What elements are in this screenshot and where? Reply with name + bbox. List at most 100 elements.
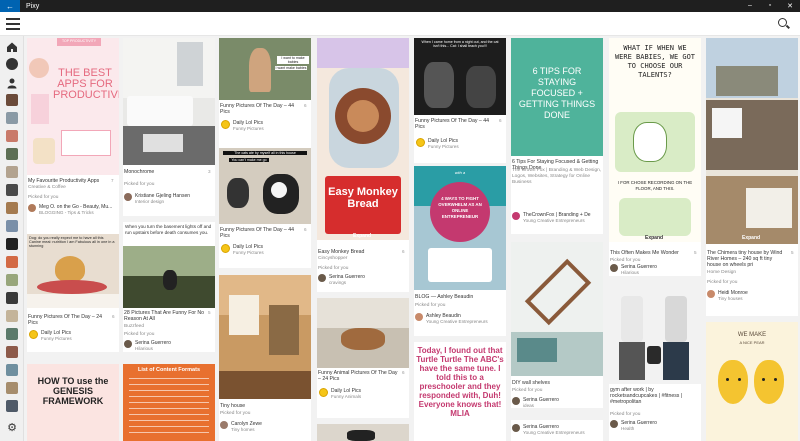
pinner-board[interactable]: Young Creative Entrepreneurs (523, 430, 585, 435)
pin-image[interactable] (609, 288, 701, 384)
pin-image[interactable]: List of Content Formats (123, 364, 215, 441)
pin-image[interactable]: with a 4 WAYS TO FIGHT OVERWHELM AS AN O… (414, 166, 506, 290)
pin-image[interactable]: I want to make babies I want make babies (219, 38, 311, 100)
board-icon[interactable] (6, 238, 18, 250)
pin-card[interactable]: WHAT IF WHEN WE WERE BABIES, WE GOT TO C… (609, 38, 701, 276)
avatar[interactable] (318, 274, 326, 282)
pin-image[interactable]: Today, I found out that Turtle Turtle Th… (414, 342, 506, 441)
avatar[interactable] (512, 397, 520, 405)
pinner-board[interactable]: Health (621, 426, 634, 431)
expand-button[interactable]: Expand (645, 235, 663, 241)
pinner-board[interactable]: Young Creative Entrepreneurs (523, 218, 585, 223)
avatar[interactable] (610, 420, 618, 428)
pin-image[interactable] (317, 424, 409, 441)
pin-card[interactable]: Dog: do you really expect me to have all… (27, 234, 119, 352)
search-icon[interactable] (778, 18, 790, 30)
smiley-avatar[interactable] (29, 330, 38, 339)
pin-card[interactable]: The cats ate by myself all in this house… (219, 148, 311, 268)
pin-image[interactable]: TOP PRODUCTIVITY THE BEST APPS FOR PRODU… (27, 38, 119, 175)
pin-card[interactable]: Serina Guerrero Young Creative Entrepren… (511, 420, 603, 441)
pin-image[interactable] (123, 246, 215, 308)
board-icon[interactable] (6, 130, 18, 142)
board-icon[interactable] (6, 202, 18, 214)
avatar[interactable] (512, 212, 520, 220)
pinner-board[interactable]: Young Creative Entrepreneurs (426, 319, 488, 324)
pin-image[interactable] (123, 38, 215, 165)
pinner-board[interactable]: Funny Pictures (428, 144, 459, 149)
pin-image[interactable]: Expand (706, 38, 798, 244)
avatar[interactable] (124, 193, 132, 201)
board-icon[interactable] (6, 400, 18, 412)
smiley-avatar[interactable] (221, 120, 230, 129)
back-button[interactable]: ← (0, 0, 20, 12)
board-icon[interactable] (6, 292, 18, 304)
pinner-board[interactable]: Funny Animals (331, 394, 361, 399)
board-icon[interactable] (6, 94, 18, 106)
pinner-board[interactable]: Funny Pictures (233, 250, 264, 255)
board-icon[interactable] (6, 220, 18, 232)
pin-image[interactable] (317, 298, 409, 368)
avatar[interactable] (610, 264, 618, 272)
pin-card[interactable]: with a 4 WAYS TO FIGHT OVERWHELM AS AN O… (414, 166, 506, 336)
pin-card[interactable]: List of Content Formats (123, 364, 215, 441)
smiley-avatar[interactable] (221, 244, 230, 253)
pin-card[interactable]: gym after work | by rocketsandcupcakes |… (609, 288, 701, 441)
close-button[interactable]: ✕ (780, 2, 800, 10)
board-icon[interactable] (6, 256, 18, 268)
pinner-board[interactable]: Hilarious (135, 346, 153, 351)
board-icon[interactable] (6, 310, 18, 322)
smiley-avatar[interactable] (319, 388, 328, 397)
pin-card[interactable]: When I came home from a night out, and t… (414, 38, 506, 163)
expand-button[interactable]: Expand (742, 235, 760, 241)
pinner-board[interactable]: cravings (329, 280, 346, 285)
pinner-board[interactable]: Tiny houses (718, 296, 743, 301)
avatar[interactable] (124, 340, 132, 348)
pin-card[interactable]: TOP PRODUCTIVITY THE BEST APPS FOR PRODU… (27, 38, 119, 235)
pin-image[interactable]: WHAT IF WHEN WE WERE BABIES, WE GOT TO C… (609, 38, 701, 242)
pin-card[interactable]: Easy Monkey Bread Expand Easy Monkey Bre… (317, 38, 409, 292)
avatar[interactable] (220, 421, 228, 429)
pin-card[interactable]: When you turn the basement lights off an… (123, 222, 215, 352)
pinner-board[interactable]: BLOGGING - Tips & Tricks (39, 210, 94, 215)
pin-card[interactable]: I want to make babies I want make babies… (219, 38, 311, 148)
pin-image[interactable]: 6 TIPS FOR STAYING FOCUSED + GETTING THI… (511, 38, 603, 156)
minimize-button[interactable]: – (740, 2, 760, 10)
pinner-board[interactable]: ideas (523, 403, 534, 408)
pin-card[interactable]: Tiny house Picked for you Carolyn Zewe T… (219, 275, 311, 441)
user-profile-icon[interactable] (6, 76, 18, 89)
board-icon[interactable] (6, 112, 18, 124)
pin-image[interactable]: The cats ate by myself all in this house… (219, 148, 311, 224)
avatar[interactable] (415, 313, 423, 321)
pin-card[interactable]: 6 TIPS FOR STAYING FOCUSED + GETTING THI… (511, 38, 603, 234)
board-icon[interactable] (6, 382, 18, 394)
hamburger-menu-icon[interactable] (6, 18, 20, 30)
search-category-icon[interactable] (6, 58, 18, 70)
pinner-board[interactable]: Hilarious (621, 270, 639, 275)
avatar[interactable] (512, 424, 520, 432)
settings-gear-icon[interactable]: ⚙ (6, 422, 18, 434)
avatar[interactable] (707, 290, 715, 298)
pin-image[interactable]: HOW TO use the GENESIS FRAMEWORK (27, 364, 119, 441)
pin-image[interactable]: When I came home from a night out, and t… (414, 38, 506, 115)
smiley-avatar[interactable] (416, 138, 425, 147)
pin-card[interactable] (317, 424, 409, 441)
pin-card[interactable]: Funny Animal Pictures Of The Day – 24 Pi… (317, 298, 409, 418)
board-icon[interactable] (6, 184, 18, 196)
pinner-board[interactable]: Funny Pictures (233, 126, 264, 131)
pinner-board[interactable]: Tiny homes (231, 427, 255, 432)
expand-button[interactable]: Expand (353, 233, 371, 239)
pin-card[interactable]: Monochrome 3 Picked for you Kristiane Gj… (123, 38, 215, 216)
pin-card[interactable]: Expand The Chimera tiny house by Wind Ri… (706, 38, 798, 316)
pin-card[interactable]: WE MAKE A NICE PEAR (706, 322, 798, 441)
board-icon[interactable] (6, 274, 18, 286)
pinner-board[interactable]: Funny Pictures (41, 336, 72, 341)
pin-image[interactable]: Dog: do you really expect me to have all… (27, 234, 119, 308)
pin-image[interactable] (511, 242, 603, 376)
pin-image[interactable] (219, 275, 311, 399)
home-icon[interactable] (6, 40, 18, 52)
pinner-board[interactable]: Interior design (135, 199, 164, 204)
pin-card[interactable]: HOW TO use the GENESIS FRAMEWORK (27, 364, 119, 441)
board-icon[interactable] (6, 166, 18, 178)
pin-image[interactable]: Easy Monkey Bread Expand (317, 38, 409, 240)
pin-card[interactable]: DIY wall shelves Picked for you Serina G… (511, 242, 603, 408)
